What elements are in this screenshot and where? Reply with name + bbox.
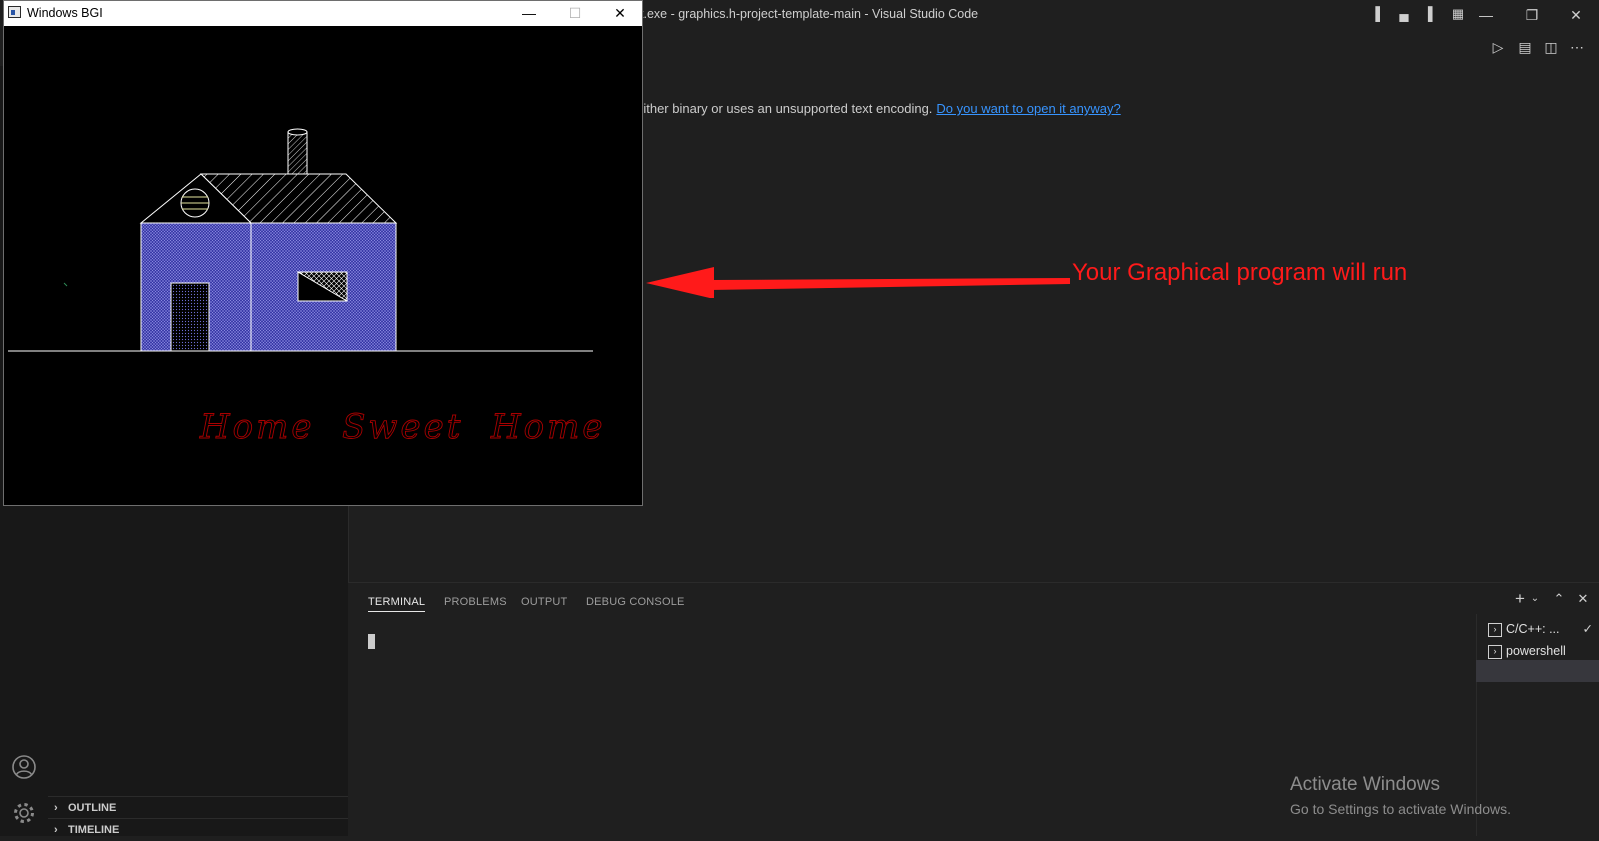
bgi-window-title: Windows BGI [27,6,103,20]
timeline-section-label: TIMELINE [68,824,120,836]
home-sweet-home-caption: Home Sweet Home [199,407,606,447]
activate-windows-subtitle: Go to Settings to activate Windows. [1290,801,1511,817]
annotation-text: Your Graphical program will run [1072,259,1408,286]
binary-file-message: s either binary or uses an unsupported t… [626,101,1121,116]
toggle-primary-sidebar-icon[interactable]: ▌ [1372,6,1388,22]
chevron-right-icon: › [54,802,58,814]
bgi-drawing-canvas: Home Sweet Home [8,128,606,447]
terminal-item-label: C/C++: ... [1506,622,1560,636]
vscode-minimize-button[interactable]: — [1463,0,1509,30]
annotation-arrow-head [646,267,714,298]
bgi-maximize-button[interactable]: ☐ [552,1,598,26]
new-terminal-icon[interactable]: + [1512,590,1528,607]
annotation-arrow-shaft [710,278,1070,290]
chevron-down-icon[interactable]: ⌄ [1527,591,1543,607]
vscode-window-title: t.exe - graphics.h-project-template-main… [640,7,979,21]
open-anyway-link[interactable]: Do you want to open it anyway? [936,101,1120,116]
maximize-panel-icon[interactable]: ⌃ [1551,591,1567,607]
terminal-cursor [368,634,375,649]
outline-section[interactable]: › OUTLINE [48,796,348,819]
close-panel-icon[interactable]: ✕ [1575,591,1591,607]
toggle-secondary-sidebar-icon[interactable]: ▐ [1420,6,1436,22]
outline-section-label: OUTLINE [68,802,117,814]
terminal-icon: › [1488,644,1502,659]
run-icon[interactable]: ▷ [1489,38,1507,56]
tab-output[interactable]: OUTPUT [521,596,567,608]
tab-terminal[interactable]: TERMINAL [368,596,426,612]
terminal-list-selection [1476,660,1599,682]
activate-windows-title: Activate Windows [1290,774,1440,795]
bgi-close-button[interactable]: ✕ [597,1,643,26]
tab-debug-console[interactable]: DEBUG CONSOLE [586,596,685,608]
bottom-panel [348,582,1599,837]
accounts-icon-svg [12,755,36,779]
bgi-app-icon [8,6,21,18]
binary-file-text: s either binary or uses an unsupported t… [626,101,933,116]
chevron-right-icon: › [54,824,58,836]
timeline-section[interactable]: › TIMELINE [48,818,348,841]
more-actions-icon[interactable]: ⋯ [1568,38,1586,56]
tab-problems[interactable]: PROBLEMS [444,596,507,608]
chimney [287,131,308,175]
door [170,282,210,352]
annotation-arrow [646,267,1070,298]
settings-gear-icon[interactable] [10,800,38,828]
terminal-item-label: powershell [1506,644,1566,658]
split-editor-icon[interactable]: ◫ [1542,38,1560,56]
vscode-restore-button[interactable]: ❐ [1509,0,1555,30]
chimney-top [287,128,308,136]
vscode-close-button[interactable]: ✕ [1553,0,1599,30]
task-complete-check-icon: ✓ [1582,622,1593,636]
accounts-icon[interactable] [10,754,38,782]
terminal-item-cpp[interactable]: › C/C++: ... ✓ [1476,618,1599,640]
toggle-panel-icon[interactable]: ▄ [1396,6,1412,22]
bgi-minimize-button[interactable]: — [506,1,552,26]
terminal-item-powershell[interactable]: › powershell [1476,640,1599,662]
open-preview-icon[interactable]: ▤ [1516,38,1534,56]
terminal-icon: › [1488,622,1502,637]
settings-gear-icon-svg [14,803,34,823]
